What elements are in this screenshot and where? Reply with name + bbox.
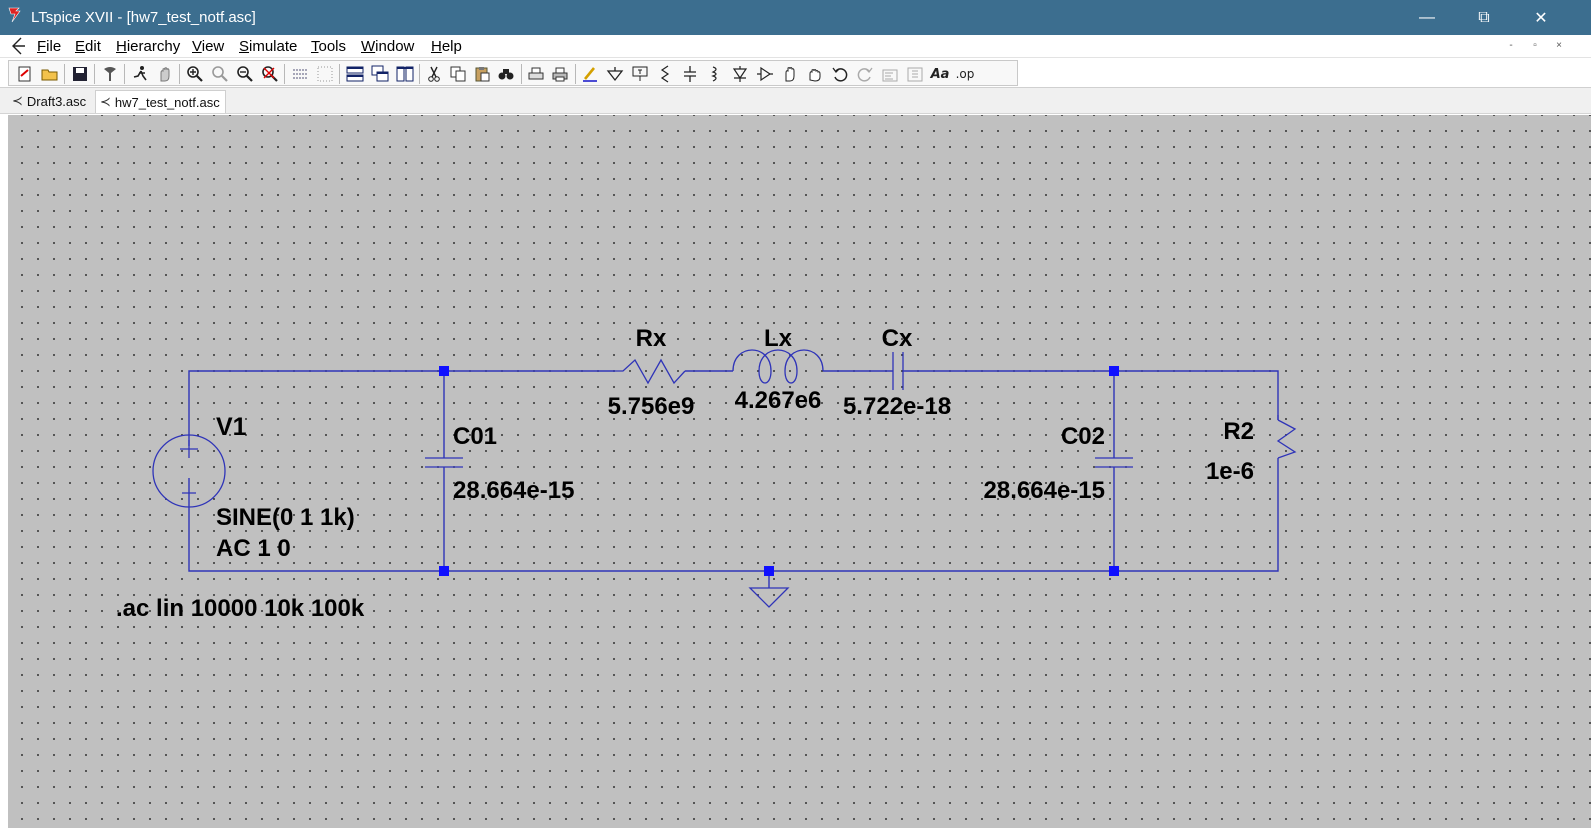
menu-hierarchy[interactable]: Hierarchy: [116, 38, 180, 55]
c01-name-label[interactable]: C01: [453, 423, 497, 450]
schematic-canvas[interactable]: V1 SINE(0 1 1k) AC 1 0 C01 28.664e-15 Rx…: [8, 115, 1591, 828]
capacitor-c01[interactable]: [425, 457, 463, 468]
component-icon[interactable]: [754, 64, 776, 84]
save-icon[interactable]: [69, 64, 91, 84]
v1-value-line1[interactable]: SINE(0 1 1k): [216, 504, 355, 531]
schematic-doc-icon[interactable]: [9, 36, 27, 56]
autorange-icon[interactable]: [289, 64, 311, 84]
print-icon[interactable]: [549, 64, 571, 84]
inductor-icon[interactable]: [704, 64, 726, 84]
cx-name-label[interactable]: Cx: [882, 325, 913, 352]
tab-draft3[interactable]: ≺ Draft3.asc: [8, 90, 91, 113]
rx-name-label[interactable]: Rx: [636, 325, 667, 352]
menu-bar: File Edit Hierarchy View Simulate Tools …: [0, 35, 1591, 57]
label-net-icon[interactable]: [629, 64, 651, 84]
mirror-icon[interactable]: [904, 64, 926, 84]
schematic-tab-icon: ≺: [100, 94, 111, 110]
tile-horizontal-icon[interactable]: [344, 64, 366, 84]
mdi-close-button[interactable]: ×: [1550, 40, 1568, 51]
menu-tools[interactable]: Tools: [311, 38, 346, 55]
undo-icon[interactable]: [829, 64, 851, 84]
resistor-icon[interactable]: [654, 64, 676, 84]
lx-value-label[interactable]: 4.267e6: [735, 387, 822, 414]
control-panel-icon[interactable]: [99, 64, 121, 84]
toolbar-strip: Aa .op: [8, 60, 1018, 86]
menu-edit[interactable]: Edit: [75, 38, 101, 55]
tab-label: Draft3.asc: [26, 94, 87, 109]
ground-symbol[interactable]: [748, 587, 790, 608]
move-icon[interactable]: [779, 64, 801, 84]
rotate-icon[interactable]: [879, 64, 901, 84]
close-button[interactable]: ✕: [1514, 0, 1568, 35]
v1-name-label[interactable]: V1: [216, 413, 247, 441]
menu-window[interactable]: Window: [361, 38, 414, 55]
zoom-out-icon[interactable]: [234, 64, 256, 84]
cut-icon[interactable]: [423, 64, 445, 84]
restore-icon: ⧉: [1478, 8, 1490, 26]
document-tabs: ≺ Draft3.asc ≺ hw7_test_notf.asc: [0, 88, 1591, 114]
menu-file[interactable]: File: [37, 38, 61, 55]
schematic-drawing[interactable]: V1 SINE(0 1 1k) AC 1 0 C01 28.664e-15 Rx…: [8, 115, 1591, 828]
inductor-lx[interactable]: [732, 349, 824, 384]
tab-hw7-test-notf[interactable]: ≺ hw7_test_notf.asc: [95, 90, 226, 113]
zoom-fit-icon[interactable]: [259, 64, 281, 84]
print-setup-icon[interactable]: [525, 64, 547, 84]
c02-value-label[interactable]: 28.664e-15: [984, 477, 1105, 504]
spice-directive-text[interactable]: .ac lin 10000 10k 100k: [116, 595, 365, 622]
zoom-in-icon[interactable]: [184, 64, 206, 84]
find-icon[interactable]: [495, 64, 517, 84]
cascade-icon[interactable]: [369, 64, 391, 84]
new-schematic-icon[interactable]: [14, 64, 36, 84]
title-bar: LTspice XVII - [hw7_test_notf.asc] — ⧉ ✕: [0, 0, 1591, 35]
resistor-rx[interactable]: [615, 358, 686, 385]
redo-icon[interactable]: [854, 64, 876, 84]
window-title: LTspice XVII - [hw7_test_notf.asc]: [31, 9, 256, 26]
c01-value-label[interactable]: 28.664e-15: [453, 477, 574, 504]
cx-value-label[interactable]: 5.722e-18: [843, 393, 951, 420]
resistor-r2[interactable]: [1276, 415, 1297, 459]
open-icon[interactable]: [39, 64, 61, 84]
v1-value-line2[interactable]: AC 1 0: [216, 535, 291, 562]
lx-name-label[interactable]: Lx: [764, 325, 793, 352]
drag-icon[interactable]: [804, 64, 826, 84]
minimize-button[interactable]: —: [1400, 0, 1454, 35]
menu-simulate[interactable]: Simulate: [239, 38, 297, 55]
mdi-restore-button[interactable]: ▫: [1526, 40, 1544, 51]
ground-icon[interactable]: [604, 64, 626, 84]
capacitor-c02[interactable]: [1095, 457, 1133, 468]
rx-value-label[interactable]: 5.756e9: [608, 393, 695, 420]
restore-button[interactable]: ⧉: [1457, 0, 1511, 35]
paste-icon[interactable]: [471, 64, 493, 84]
tile-vertical-icon[interactable]: [394, 64, 416, 84]
capacitor-cx[interactable]: [892, 352, 904, 390]
wires[interactable]: [188, 370, 1279, 588]
zoom-pan-icon[interactable]: [209, 64, 231, 84]
toolbar: Aa .op: [0, 57, 1591, 88]
text-icon[interactable]: Aa: [929, 64, 951, 84]
schematic-tab-icon: ≺: [12, 94, 23, 109]
copy-icon[interactable]: [447, 64, 469, 84]
r2-name-label[interactable]: R2: [1223, 418, 1254, 445]
ltspice-app-icon[interactable]: [7, 5, 25, 25]
halt-icon[interactable]: [154, 64, 176, 84]
grid-icon[interactable]: [314, 64, 336, 84]
run-icon[interactable]: [129, 64, 151, 84]
menu-help[interactable]: Help: [431, 38, 462, 55]
status-bar: [0, 828, 1591, 840]
minimize-icon: —: [1419, 8, 1435, 26]
r2-value-label[interactable]: 1e-6: [1206, 458, 1254, 485]
capacitor-icon[interactable]: [679, 64, 701, 84]
spice-directive-icon[interactable]: .op: [954, 64, 976, 84]
c02-name-label[interactable]: C02: [1061, 423, 1105, 450]
diode-icon[interactable]: [729, 64, 751, 84]
mdi-minimize-button[interactable]: -: [1502, 40, 1520, 51]
close-icon: ✕: [1534, 9, 1548, 27]
menu-view[interactable]: View: [192, 38, 224, 55]
draw-wire-icon[interactable]: [579, 64, 601, 84]
tab-label: hw7_test_notf.asc: [114, 94, 220, 110]
